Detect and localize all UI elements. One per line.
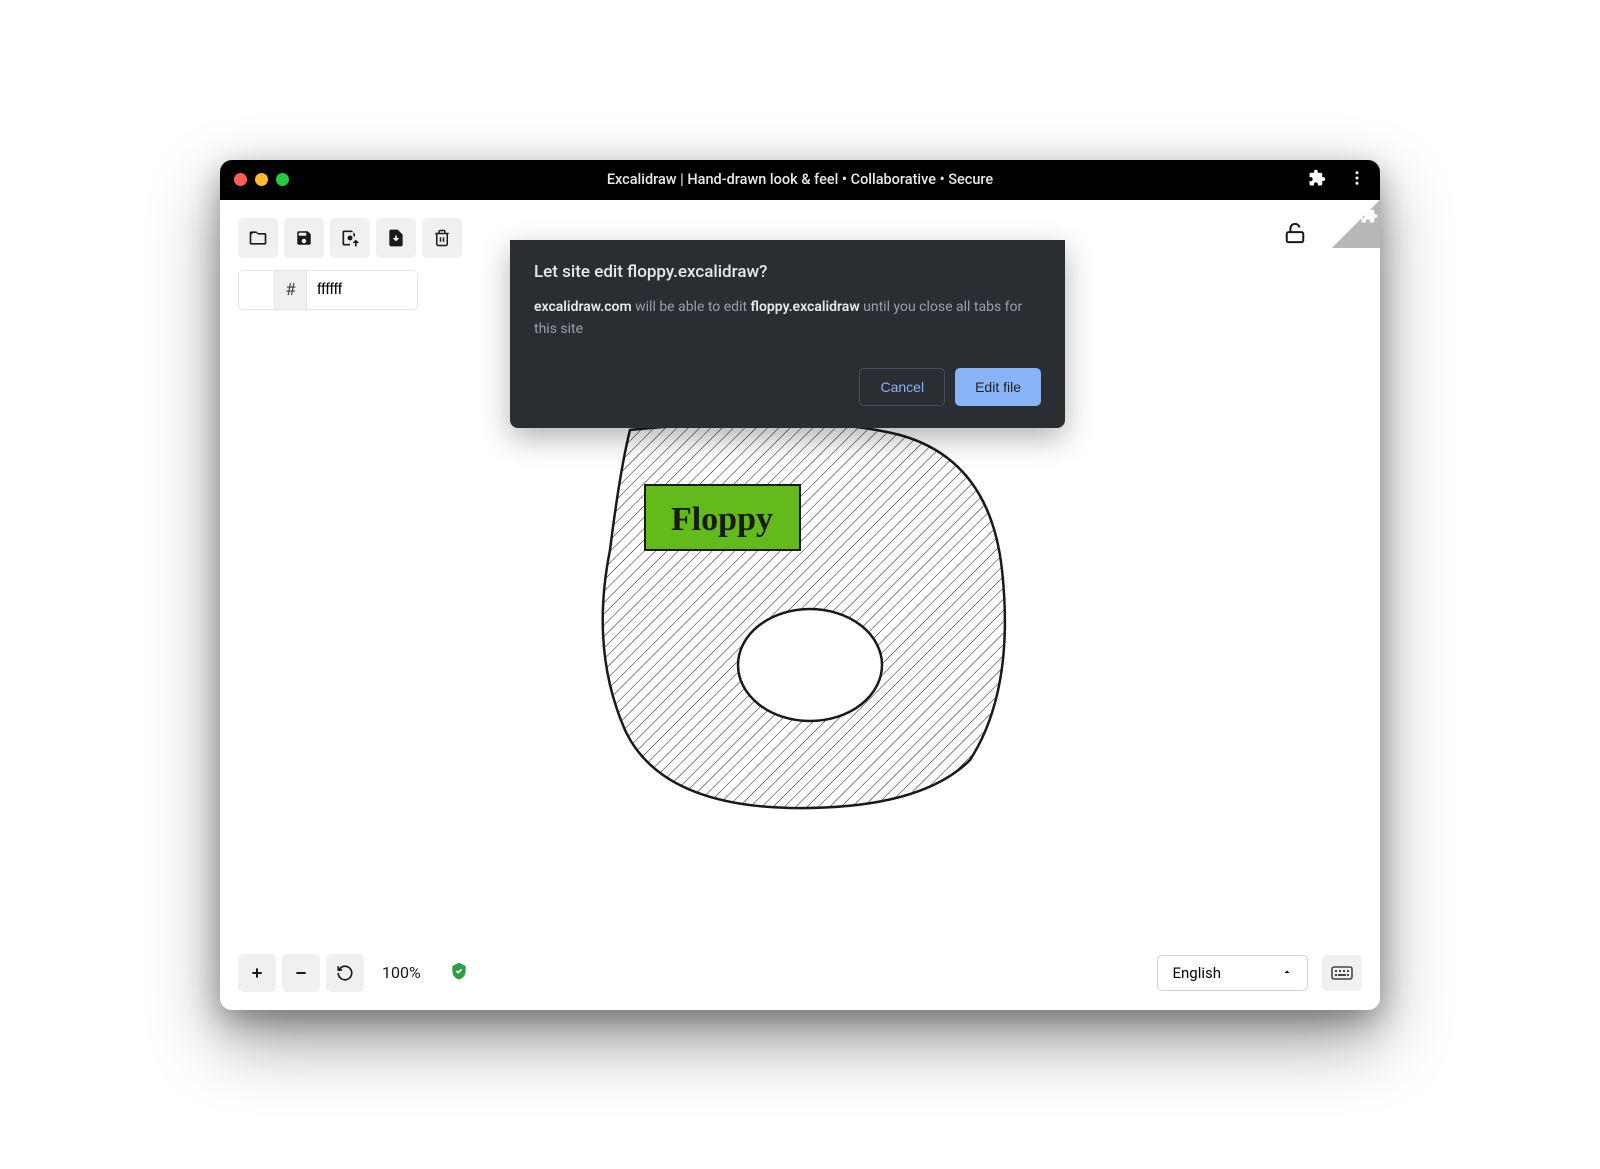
file-permission-dialog: Let site edit floppy.excalidraw? excalid… [510,240,1065,429]
dialog-title: Let site edit floppy.excalidraw? [534,262,1041,282]
background-color-control: # [238,270,418,310]
language-label: English [1172,964,1221,982]
reset-zoom-button[interactable] [326,954,364,992]
dialog-site: excalidraw.com [534,299,632,315]
hash-label: # [275,271,307,309]
file-toolbar [238,218,462,258]
titlebar-right [1308,169,1366,191]
canvas-drawing[interactable]: Floppy [570,410,1030,820]
lock-icon[interactable] [1284,222,1316,254]
footer-right: English [1157,955,1362,991]
kebab-menu-icon[interactable] [1348,169,1366,191]
open-button[interactable] [238,218,278,258]
zoom-controls: 100% [238,954,469,992]
page-title: Excalidraw | Hand-drawn look & feel • Co… [607,171,993,188]
save-button[interactable] [284,218,324,258]
close-window-button[interactable] [234,173,247,186]
dialog-text-1: will be able to edit [632,299,751,315]
extensions-icon[interactable] [1308,169,1326,191]
dialog-body: excalidraw.com will be able to edit flop… [534,296,1041,341]
color-hex-input[interactable] [307,271,417,309]
floppy-blob-shape [603,422,1005,808]
dialog-buttons: Cancel Edit file [534,368,1041,406]
delete-button[interactable] [422,218,462,258]
save-as-button[interactable] [330,218,370,258]
chevron-up-icon [1281,964,1293,982]
browser-window: Excalidraw | Hand-drawn look & feel • Co… [220,160,1380,1010]
keyboard-shortcuts-button[interactable] [1322,955,1362,991]
language-selector[interactable]: English [1157,955,1308,991]
dialog-filename: floppy.excalidraw [751,299,860,315]
zoom-out-button[interactable] [282,954,320,992]
window-controls [234,173,289,186]
collapse-corner[interactable] [1332,200,1380,248]
maximize-window-button[interactable] [276,173,289,186]
zoom-in-button[interactable] [238,954,276,992]
floppy-label-text: Floppy [671,501,773,538]
export-button[interactable] [376,218,416,258]
cancel-button[interactable]: Cancel [859,368,945,406]
app-content: # Floppy [220,200,1380,1010]
footer-bar: 100% English [238,954,1362,992]
zoom-level: 100% [370,963,433,982]
color-swatch[interactable] [239,271,275,309]
encryption-shield-icon[interactable] [449,961,469,985]
minimize-window-button[interactable] [255,173,268,186]
edit-file-button[interactable]: Edit file [955,368,1041,406]
titlebar: Excalidraw | Hand-drawn look & feel • Co… [220,160,1380,200]
